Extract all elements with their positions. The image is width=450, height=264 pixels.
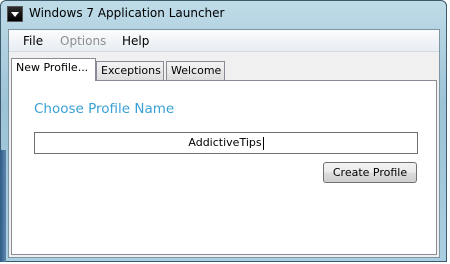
text-caret (262, 136, 264, 150)
app-launcher-icon[interactable] (7, 6, 23, 22)
client-area: File Options Help New Profile... Excepti… (8, 29, 440, 258)
window-title: Windows 7 Application Launcher (29, 6, 225, 20)
menu-help[interactable]: Help (122, 34, 149, 48)
profile-name-value: AddictiveTips (188, 136, 262, 149)
tab-welcome-label: Welcome (171, 64, 222, 77)
tab-welcome[interactable]: Welcome (166, 61, 225, 81)
title-bar[interactable]: Windows 7 Application Launcher (1, 1, 446, 29)
menu-bar: File Options Help (9, 30, 439, 52)
choose-profile-heading: Choose Profile Name (34, 101, 175, 117)
tab-new-profile-label: New Profile... (16, 61, 89, 74)
profile-name-input[interactable]: AddictiveTips (34, 132, 418, 154)
menu-options[interactable]: Options (60, 34, 106, 48)
tab-exceptions[interactable]: Exceptions (96, 61, 164, 81)
new-profile-panel: Choose Profile Name AddictiveTips Create… (11, 80, 437, 255)
menu-file[interactable]: File (23, 34, 43, 48)
app-window: Windows 7 Application Launcher File Opti… (0, 0, 447, 262)
create-profile-button[interactable]: Create Profile (323, 162, 417, 183)
desktop-edge (0, 150, 6, 262)
tab-exceptions-label: Exceptions (101, 64, 161, 77)
tab-new-profile[interactable]: New Profile... (11, 58, 96, 81)
